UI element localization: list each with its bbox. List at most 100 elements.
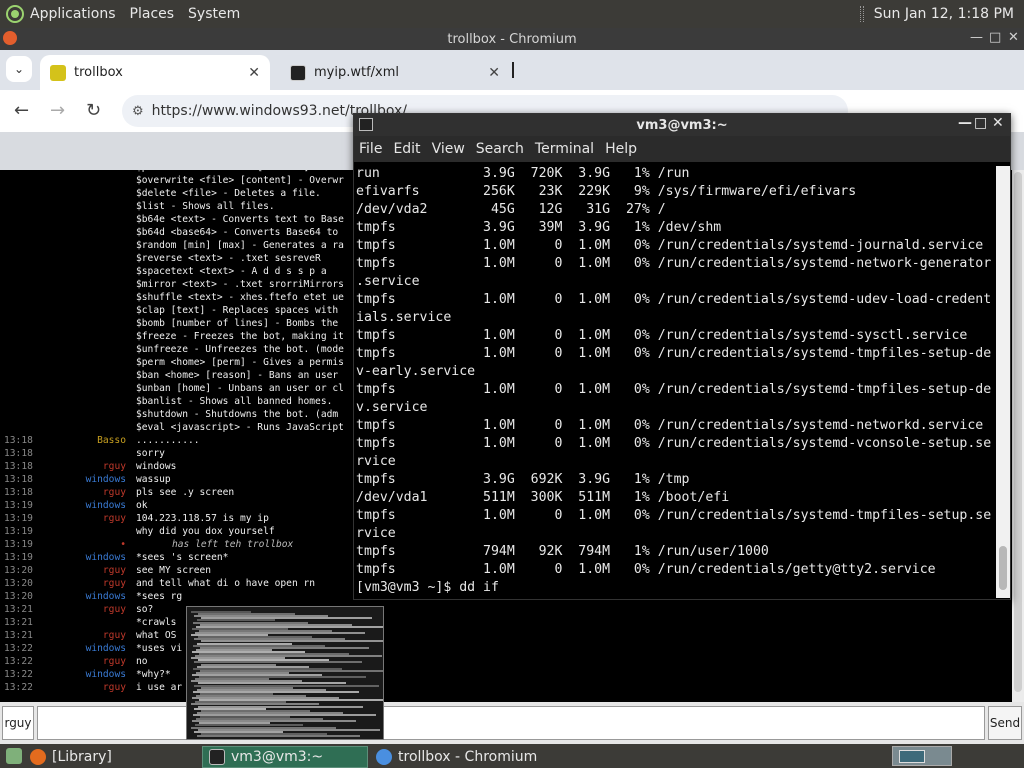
- message-text: wassup: [136, 474, 171, 485]
- message-nick[interactable]: rguy: [103, 513, 126, 524]
- message-time: 13:18: [4, 435, 33, 446]
- page-scrollbar[interactable]: [1012, 170, 1024, 702]
- bot-command-line: $banlist - Shows all banned homes.: [136, 396, 333, 407]
- workspace-1[interactable]: [899, 750, 925, 763]
- menu-view[interactable]: View: [432, 141, 465, 157]
- send-button[interactable]: Send: [988, 706, 1022, 740]
- terminal-output-line: tmpfs 1.0M 0 1.0M 0% /run/credentials/ge…: [356, 562, 936, 577]
- terminal-icon: [209, 749, 225, 765]
- terminal-output-line: tmpfs 794M 92K 794M 1% /run/user/1000: [356, 544, 769, 559]
- text-cursor: [512, 62, 514, 78]
- chat-message-input[interactable]: [37, 706, 985, 740]
- workspace-switcher[interactable]: [892, 746, 952, 766]
- tab-myip[interactable]: myip.wtf/xml ✕: [280, 55, 510, 90]
- clock[interactable]: Sun Jan 12, 1:18 PM: [874, 6, 1014, 22]
- terminal-output-line: efivarfs 256K 23K 229K 9% /sys/firmware/…: [356, 184, 857, 199]
- minimize-icon[interactable]: —: [958, 115, 972, 131]
- terminal-scrollbar[interactable]: [996, 166, 1010, 598]
- taskbar-item-library[interactable]: [Library]: [24, 746, 194, 768]
- chat-message: 13:22 rguy no: [0, 656, 1000, 669]
- trollbox-favicon-icon: [50, 64, 66, 81]
- message-time: 13:22: [4, 643, 33, 654]
- message-nick[interactable]: •: [120, 539, 126, 550]
- scrollbar-thumb[interactable]: [1014, 172, 1022, 692]
- back-arrow-icon[interactable]: ←: [14, 100, 29, 121]
- show-desktop-icon[interactable]: [6, 748, 22, 764]
- message-nick[interactable]: rguy: [103, 461, 126, 472]
- taskbar-label: trollbox - Chromium: [398, 749, 538, 765]
- message-nick[interactable]: rguy: [103, 578, 126, 589]
- message-text: why did you dox yourself: [136, 526, 275, 537]
- menu-system[interactable]: System: [188, 6, 240, 22]
- message-nick[interactable]: windows: [86, 474, 126, 485]
- chat-input-bar: rguy Send: [0, 702, 1024, 744]
- message-time: 13:22: [4, 682, 33, 693]
- message-text: so?: [136, 604, 154, 615]
- message-nick[interactable]: rguy: [103, 656, 126, 667]
- forward-arrow-icon[interactable]: →: [50, 100, 65, 121]
- message-nick[interactable]: rguy: [103, 682, 126, 693]
- terminal-output-line: run 3.9G 720K 3.9G 1% /run: [356, 166, 690, 181]
- message-text: 104.223.118.57 is my ip: [136, 513, 269, 524]
- maximize-icon[interactable]: □: [974, 115, 987, 131]
- message-time: 13:19: [4, 500, 33, 511]
- bot-command-line: $eval <javascript> - Runs JavaScript: [136, 422, 344, 433]
- scrollbar-thumb[interactable]: [999, 546, 1007, 590]
- window-titlebar[interactable]: trollbox - Chromium — □ ✕: [0, 28, 1024, 50]
- message-nick[interactable]: windows: [86, 552, 126, 563]
- top-panel: Applications Places System Sun Jan 12, 1…: [0, 0, 1024, 28]
- menu-places[interactable]: Places: [130, 6, 175, 22]
- window-preview-thumbnail[interactable]: [186, 606, 384, 740]
- close-icon[interactable]: ✕: [1008, 30, 1019, 45]
- message-text: i use ar: [136, 682, 183, 693]
- minimize-icon[interactable]: —: [970, 30, 983, 45]
- message-nick[interactable]: rguy: [103, 487, 126, 498]
- bot-command-line: $unfreeze - Unfreezes the bot. (mode: [136, 344, 344, 355]
- message-text: *sees 's screen*: [136, 552, 229, 563]
- message-nick[interactable]: windows: [86, 669, 126, 680]
- menu-terminal[interactable]: Terminal: [535, 141, 594, 157]
- close-icon[interactable]: ✕: [992, 115, 1004, 131]
- message-nick[interactable]: windows: [86, 643, 126, 654]
- terminal-output-line: tmpfs 1.0M 0 1.0M 0% /run/credentials/sy…: [356, 328, 968, 343]
- message-time: 13:21: [4, 617, 33, 628]
- chat-message: 13:21 *crawls: [0, 617, 1000, 630]
- bot-command-line: $list - Shows all files.: [136, 201, 275, 212]
- taskbar-item-chromium[interactable]: trollbox - Chromium: [370, 746, 590, 768]
- message-nick[interactable]: windows: [86, 500, 126, 511]
- tab-search-button[interactable]: ⌄: [6, 56, 32, 82]
- message-nick[interactable]: rguy: [103, 565, 126, 576]
- tab-close-icon[interactable]: ✕: [488, 65, 500, 81]
- bot-command-line: $shutdown - Shutdowns the bot. (adm: [136, 409, 339, 420]
- message-nick[interactable]: rguy: [103, 604, 126, 615]
- reload-icon[interactable]: ↻: [86, 100, 101, 121]
- firefox-icon: [30, 749, 46, 765]
- bot-command-line: $mirror <text> - .txet srorriMirrors: [136, 279, 344, 290]
- chat-message: 13:21 rguy so?: [0, 604, 1000, 617]
- terminal-output[interactable]: run 3.9G 720K 3.9G 1% /run efivarfs 256K …: [354, 166, 996, 598]
- terminal-titlebar[interactable]: vm3@vm3:~ — □ ✕: [354, 114, 1010, 136]
- terminal-title: vm3@vm3:~: [636, 117, 728, 133]
- menu-file[interactable]: File: [359, 141, 382, 157]
- message-nick[interactable]: windows: [86, 591, 126, 602]
- menu-search[interactable]: Search: [476, 141, 524, 157]
- message-nick[interactable]: Basso: [97, 435, 126, 446]
- distro-logo-icon[interactable]: [6, 5, 24, 23]
- site-info-icon[interactable]: ⚙: [132, 104, 144, 119]
- message-text: no: [136, 656, 148, 667]
- nickname-button[interactable]: rguy: [2, 706, 34, 740]
- maximize-icon[interactable]: □: [989, 30, 1001, 45]
- bot-command-line: $bomb [number of lines] - Bombs the: [136, 318, 339, 329]
- taskbar-label: [Library]: [52, 749, 112, 765]
- menu-edit[interactable]: Edit: [393, 141, 420, 157]
- menu-applications[interactable]: Applications: [30, 6, 116, 22]
- bot-command-line: $perm <home> [perm] - Gives a permis: [136, 357, 344, 368]
- taskbar-item-terminal[interactable]: vm3@vm3:~: [202, 746, 368, 768]
- menu-help[interactable]: Help: [605, 141, 637, 157]
- tab-close-icon[interactable]: ✕: [248, 65, 260, 81]
- bot-command-line: $shuffle <text> - xhes.ftefo etet ue: [136, 292, 344, 303]
- terminal-output-line: ials.service: [356, 310, 452, 325]
- message-text: see MY screen: [136, 565, 212, 576]
- tab-trollbox[interactable]: trollbox ✕: [40, 55, 270, 90]
- message-nick[interactable]: rguy: [103, 630, 126, 641]
